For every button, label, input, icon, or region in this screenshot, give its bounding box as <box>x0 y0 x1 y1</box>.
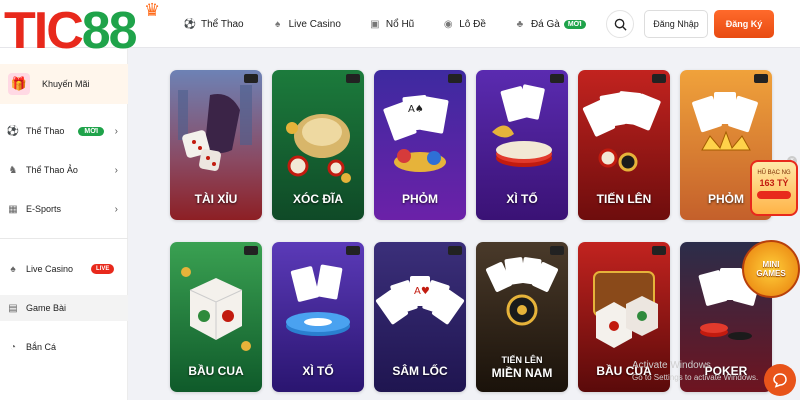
game-title: PHỎM <box>402 192 438 206</box>
provider-tag <box>448 74 462 83</box>
game-card-xi-to-2[interactable]: XÌ TỐ <box>272 242 364 392</box>
svg-text:A♥: A♥ <box>414 286 430 297</box>
svg-text:A♠: A♠ <box>408 104 424 115</box>
game-title: SÂM LỐC <box>392 364 448 378</box>
provider-tag <box>346 246 360 255</box>
game-card-xoc-dia[interactable]: XÓC ĐĨA <box>272 70 364 220</box>
game-title: TIẾN LÊN <box>596 192 652 206</box>
nav-lo-de[interactable]: ◉ Lô Đề <box>428 0 500 48</box>
activate-windows-watermark: Activate Windows Go to Settings to activ… <box>632 360 758 384</box>
virtual-sports-icon: ♞ <box>8 164 18 176</box>
game-title: XÌ TỐ <box>302 364 334 378</box>
jackpot-button <box>757 191 791 199</box>
sidebar-item-e-sports[interactable]: ▦ E-Sports › <box>0 196 128 222</box>
chevron-right-icon: › <box>114 164 118 176</box>
crown-icon: ♛ <box>144 0 161 20</box>
game-card-phom-1[interactable]: A♠ PHỎM <box>374 70 466 220</box>
game-title: TÀI XỈU <box>194 192 238 206</box>
sidebar-item-label: E-Sports <box>26 204 62 214</box>
provider-tag <box>550 246 564 255</box>
nav-label: Lô Đề <box>459 18 486 30</box>
register-button[interactable]: Đăng Ký <box>714 10 774 38</box>
gamepad-icon: ▦ <box>8 203 18 215</box>
sidebar-promo[interactable]: 🎁 Khuyến Mãi <box>0 64 128 104</box>
game-card-tai-xiu[interactable]: TÀI XỈU <box>170 70 262 220</box>
chevron-right-icon: › <box>114 125 118 137</box>
chevron-right-icon: › <box>114 203 118 215</box>
logo-88-text: 88 <box>81 2 138 60</box>
slot-machine-icon: ▣ <box>370 18 380 30</box>
main-nav: ⚽ Thể Thao ♠ Live Casino ▣ Nổ Hũ ◉ Lô Đề… <box>170 0 600 48</box>
sidebar-item-label: Bắn Cá <box>26 342 57 352</box>
provider-tag <box>346 74 360 83</box>
nav-no-hu[interactable]: ▣ Nổ Hũ <box>355 0 428 48</box>
sidebar-item-the-thao-ao[interactable]: ♞ Thể Thao Ảo › <box>0 157 128 183</box>
provider-tag <box>448 246 462 255</box>
gift-icon: 🎁 <box>8 73 30 95</box>
game-card-sam-loc[interactable]: A♥ SÂM LỐC <box>374 242 466 392</box>
rooster-icon: ♣ <box>516 18 524 30</box>
nav-da-ga[interactable]: ♣ Đá Gà MỚI <box>500 0 600 48</box>
fish-icon: ◔ <box>9 341 17 353</box>
spade-icon: ♠ <box>274 18 281 30</box>
soccer-ball-icon: ⚽ <box>6 125 20 137</box>
minigame-label-line1: MINI <box>762 260 780 269</box>
sidebar-item-live-casino[interactable]: ♠ Live Casino LIVE <box>0 256 128 282</box>
game-title: XÓC ĐĨA <box>292 192 343 206</box>
jackpot-amount: 163 TỶ <box>759 178 789 188</box>
nav-label: Nổ Hũ <box>385 18 415 30</box>
minigame-label-line2: GAMES <box>756 269 786 278</box>
sidebar-item-label: Live Casino <box>26 264 74 274</box>
jackpot-label: HŨ BẠC NG <box>757 170 791 176</box>
sidebar-item-ban-ca[interactable]: ◔ Bắn Cá <box>0 334 128 360</box>
game-card-tien-len-mien-nam[interactable]: TIẾN LÊN MIỀN NAM <box>476 242 568 392</box>
sidebar-item-the-thao[interactable]: ⚽ Thể Thao MỚI › <box>0 118 128 144</box>
logo-tic-text: TIC <box>4 2 84 60</box>
game-card-xi-to-1[interactable]: XÌ TỐ <box>476 70 568 220</box>
nav-the-thao[interactable]: ⚽ Thể Thao <box>170 0 258 48</box>
cards-icon: ▤ <box>8 302 18 314</box>
game-title-line2: MIỀN NAM <box>491 366 553 380</box>
chat-button[interactable] <box>764 364 796 396</box>
sidebar-item-game-bai[interactable]: ▤ Game Bài <box>0 295 128 321</box>
new-badge: MỚI <box>78 126 105 136</box>
nav-label: Thể Thao <box>201 18 244 30</box>
jackpot-widget[interactable]: HŨ BẠC NG 163 TỶ <box>750 160 798 216</box>
sidebar-item-label: Thể Thao Ảo <box>26 165 78 175</box>
game-card-bau-cua-1[interactable]: BẦU CUA <box>170 242 262 392</box>
nav-label: Live Casino <box>288 18 341 30</box>
provider-tag <box>652 74 666 83</box>
brand-logo[interactable]: TIC88 ♛ <box>4 0 169 60</box>
sidebar-divider <box>0 238 128 239</box>
new-badge: MỚI <box>563 19 586 29</box>
mini-games-button[interactable]: MINI GAMES <box>742 240 800 298</box>
game-title: XÌ TỐ <box>506 192 538 206</box>
sidebar-item-label: Thể Thao <box>26 126 65 136</box>
provider-tag <box>754 74 768 83</box>
chat-bubble-icon <box>773 373 787 388</box>
provider-tag <box>652 246 666 255</box>
nav-live-casino[interactable]: ♠ Live Casino <box>258 0 355 48</box>
search-icon <box>614 18 627 31</box>
login-button[interactable]: Đăng Nhập <box>644 10 708 38</box>
game-title: TIẾN LÊN MIỀN NAM <box>476 355 568 380</box>
game-title: BẦU CUA <box>188 364 244 378</box>
promo-label: Khuyến Mãi <box>42 79 90 89</box>
nav-label: Đá Gà <box>530 18 560 30</box>
provider-tag <box>244 246 258 255</box>
live-badge: LIVE <box>91 264 115 274</box>
game-card-tien-len[interactable]: TIẾN LÊN <box>578 70 670 220</box>
watermark-line1: Activate Windows <box>632 360 711 371</box>
provider-tag <box>244 74 258 83</box>
game-title-line1: TIẾN LÊN <box>501 355 543 365</box>
search-button[interactable] <box>606 10 634 38</box>
lottery-icon: ◉ <box>443 18 453 30</box>
soccer-ball-icon: ⚽ <box>183 18 197 30</box>
spade-icon: ♠ <box>10 263 16 275</box>
watermark-line2: Go to Settings to activate Windows. <box>632 373 759 382</box>
provider-tag <box>550 74 564 83</box>
sidebar-item-label: Game Bài <box>26 303 67 313</box>
